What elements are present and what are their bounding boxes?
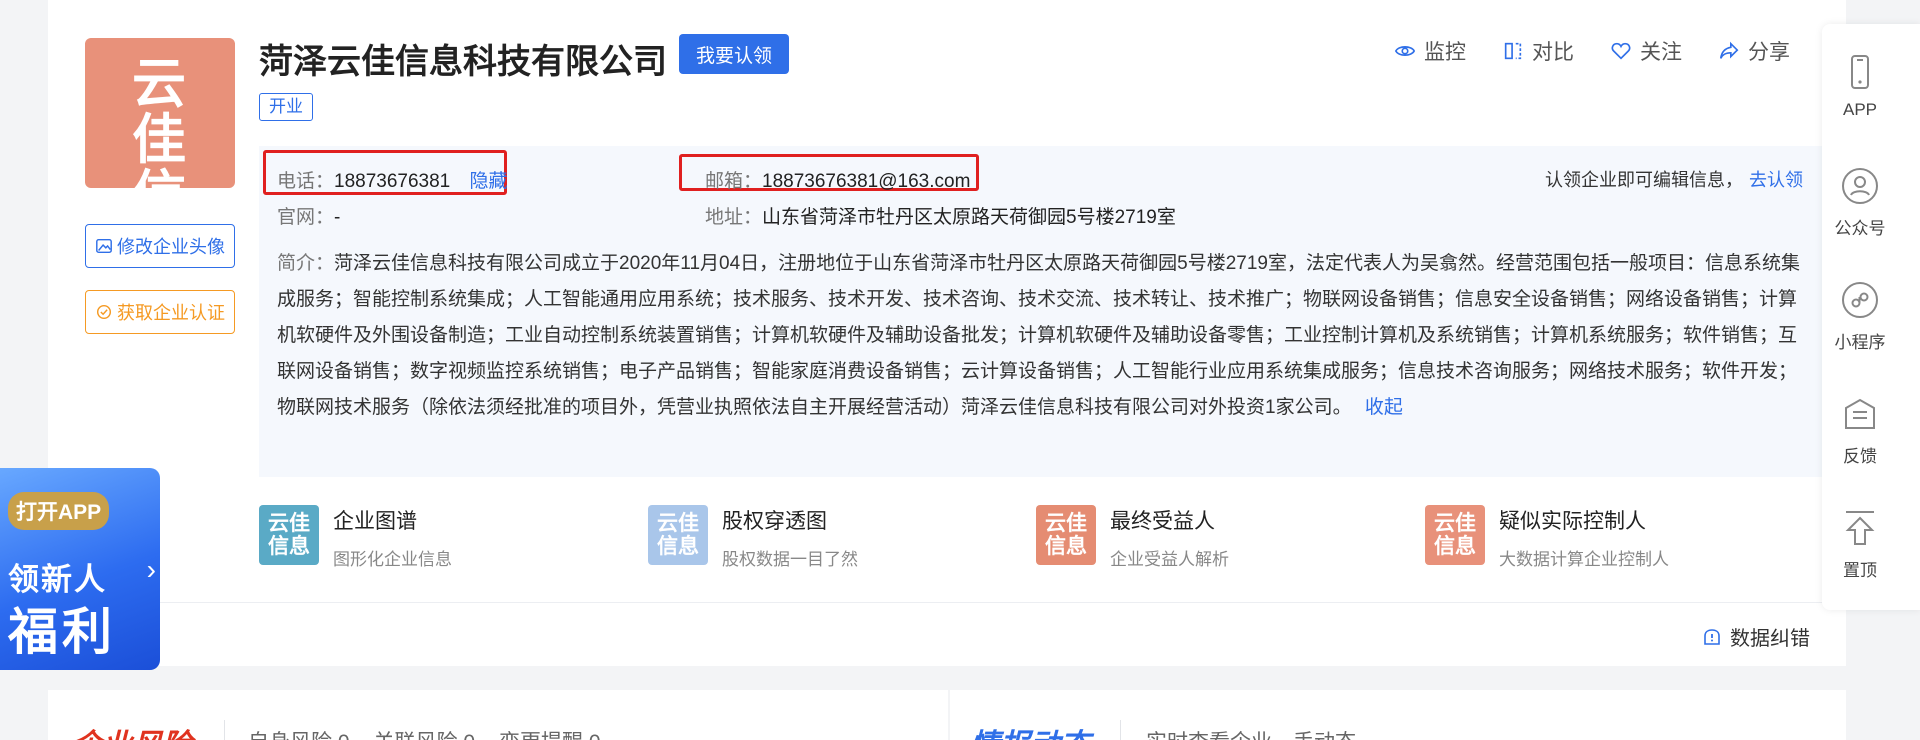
back-to-top-icon [1845,511,1875,545]
promo-line2: 福利 [8,604,116,660]
feature-equity-penetration[interactable]: 云佳信息 股权穿透图 股权数据一目了然 [648,505,858,570]
rail-label: 置顶 [1843,561,1877,580]
website-row: 官网：- [277,202,340,229]
website-label: 官网： [277,207,335,228]
divider [48,602,1846,603]
feature-title: 股权穿透图 [722,510,827,533]
claim-hint-text: 认领企业即可编辑信息， [1545,170,1743,190]
address-label: 地址： [705,207,763,228]
claim-company-button[interactable]: 我要认领 [679,34,789,74]
report-icon [1704,628,1720,645]
right-side-rail: APP 公众号 小程序 反馈 置顶 [1822,24,1920,610]
company-header-card: 云佳信息 修改企业头像 获取企业认证 菏泽云佳信息科技有限公司 我要认领 开业 … [48,0,1846,666]
compare-button[interactable]: 对比 [1502,36,1574,66]
follow-button[interactable]: 关注 [1610,36,1682,66]
enterprise-graph-icon: 云佳信息 [259,505,319,565]
risk-title: 企业风险 [72,720,192,740]
feature-beneficial-owner[interactable]: 云佳信息 最终受益人 企业受益人解析 [1036,505,1229,570]
news-separator [1120,720,1121,740]
get-certification-button[interactable]: 获取企业认证 [85,290,235,334]
go-claim-link[interactable]: 去认领 [1749,170,1803,190]
rail-label: APP [1842,100,1878,119]
company-info-panel: 电话：18873676381 隐藏 邮箱：18873676381@163.com… [259,146,1823,477]
rail-item-mini-program[interactable]: 小程序 [1822,280,1898,353]
company-logo: 云佳信息 [85,38,235,280]
tab-related-risk[interactable]: 关联风险 0 [374,726,476,740]
edit-avatar-button[interactable]: 修改企业头像 [85,224,235,268]
feature-desc: 大数据计算企业控制人 [1499,550,1669,569]
tab-change-alert[interactable]: 变更提醒 0 [499,726,601,740]
tab-own-risk[interactable]: 自身风险 0 [248,726,350,740]
share-label: 分享 [1748,41,1790,64]
feature-title: 企业图谱 [333,510,417,533]
rail-item-official-account[interactable]: 公众号 [1822,166,1898,239]
collapse-link[interactable]: 收起 [1365,397,1403,418]
monitor-label: 监控 [1424,41,1466,64]
intro-label: 简介： [277,253,335,274]
eye-icon [1394,46,1416,56]
feedback-icon [1845,398,1875,429]
phone-row: 电话：18873676381 隐藏 [277,166,508,193]
equity-penetration-icon: 云佳信息 [648,505,708,565]
chevron-right-icon: › [146,554,156,585]
address-row: 地址：山东省菏泽市牡丹区太原路天荷御园5号楼2719室 [705,202,1176,229]
monitor-button[interactable]: 监控 [1394,36,1466,66]
email-row: 邮箱：18873676381@163.com [705,166,970,193]
badge-icon [96,304,112,320]
edit-avatar-label: 修改企业头像 [117,237,225,257]
status-badge: 开业 [259,93,313,121]
beneficial-owner-icon: 云佳信息 [1036,505,1096,565]
rail-label: 反馈 [1843,447,1877,466]
news-sub: 实时查看企业一手动态 [1146,726,1356,740]
feature-title: 疑似实际控制人 [1499,510,1646,533]
share-button[interactable]: 分享 [1718,36,1790,66]
phone-label: 电话： [277,171,335,192]
phone-value: 18873676381 [334,171,451,192]
intro-text: 菏泽云佳信息科技有限公司成立于2020年11月04日，注册地位于山东省菏泽市牡丹… [277,253,1800,418]
image-icon [96,238,112,254]
rail-item-back-to-top[interactable]: 置顶 [1822,508,1898,581]
mini-program-icon [1842,282,1878,318]
heart-icon [1611,42,1631,60]
company-intro: 简介：菏泽云佳信息科技有限公司成立于2020年11月04日，注册地位于山东省菏泽… [277,246,1807,426]
risk-separator [224,720,225,740]
data-correction-label: 数据纠错 [1730,628,1810,650]
header-actions: 监控 对比 关注 分享 [1394,36,1790,66]
rail-item-app[interactable]: APP [1822,52,1898,120]
compare-icon [1504,42,1522,60]
compare-label: 对比 [1532,41,1574,64]
phone-icon [1851,55,1869,89]
company-name: 菏泽云佳信息科技有限公司 [259,43,667,81]
news-subtitle: 实时查看企业一手动态 [1146,726,1356,740]
risk-card: 企业风险 自身风险 0 关联风险 0 变更提醒 0 [48,690,948,740]
rail-label: 小程序 [1834,333,1886,352]
claim-hint: 认领企业即可编辑信息， 去认领 [1545,166,1803,192]
feature-actual-controller[interactable]: 云佳信息 疑似实际控制人 大数据计算企业控制人 [1425,505,1669,570]
get-certification-label: 获取企业认证 [117,303,225,323]
hide-phone-link[interactable]: 隐藏 [470,171,508,192]
feature-desc: 股权数据一目了然 [722,550,858,569]
open-app-badge: 打开APP [8,492,110,530]
email-value[interactable]: 18873676381@163.com [762,171,970,192]
rail-label: 公众号 [1834,219,1886,238]
share-icon [1719,41,1739,59]
news-card: 情报动态 实时查看企业一手动态 [950,690,1846,740]
rail-item-feedback[interactable]: 反馈 [1822,394,1898,467]
open-app-promo[interactable]: 打开APP 领新人 福利 › [0,468,160,670]
feature-title: 最终受益人 [1110,510,1215,533]
website-value: - [334,207,341,228]
feature-enterprise-graph[interactable]: 云佳信息 企业图谱 图形化企业信息 [259,505,452,570]
follow-label: 关注 [1640,41,1682,64]
risk-tabs: 自身风险 0 关联风险 0 变更提醒 0 [248,726,601,740]
feature-desc: 图形化企业信息 [333,550,452,569]
email-label: 邮箱： [705,171,763,192]
news-title: 情报动态 [970,720,1090,740]
address-value: 山东省菏泽市牡丹区太原路天荷御园5号楼2719室 [762,207,1176,228]
actual-controller-icon: 云佳信息 [1425,505,1485,565]
wechat-official-icon [1842,168,1878,204]
data-correction-button[interactable]: 数据纠错 [1702,622,1810,651]
feature-desc: 企业受益人解析 [1110,550,1229,569]
